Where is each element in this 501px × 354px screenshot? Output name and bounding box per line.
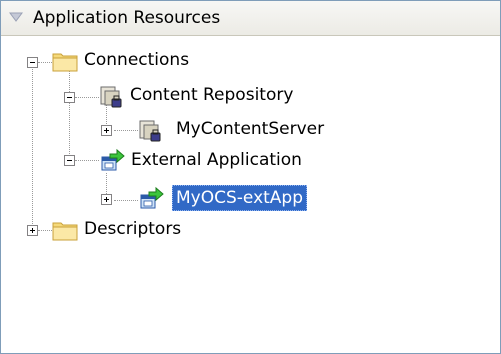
collapse-toggle[interactable] bbox=[27, 57, 38, 68]
tree-node-label: MyContentServer bbox=[176, 119, 325, 139]
tree-node-label: Content Repository bbox=[130, 85, 294, 105]
application-resources-panel: Application Resources Connections Conten… bbox=[0, 0, 501, 354]
panel-header[interactable]: Application Resources bbox=[1, 1, 500, 36]
expand-toggle[interactable] bbox=[101, 125, 112, 136]
tree-node-myocs-extapp[interactable]: MyOCS-extApp bbox=[1, 183, 361, 213]
panel-title: Application Resources bbox=[33, 8, 221, 28]
resource-tree: Connections Content Repository MyContent… bbox=[1, 35, 500, 353]
tree-node-label-selected: MyOCS-extApp bbox=[172, 185, 308, 211]
external-application-icon bbox=[140, 186, 164, 209]
triangle-down-icon[interactable] bbox=[9, 11, 23, 23]
folder-icon bbox=[52, 222, 78, 241]
external-application-icon bbox=[101, 148, 125, 171]
folder-icon bbox=[52, 53, 78, 72]
expand-toggle[interactable] bbox=[27, 225, 38, 236]
plus-icon bbox=[104, 197, 109, 202]
tree-node-label: Connections bbox=[84, 50, 190, 70]
tree-node-descriptors[interactable]: Descriptors bbox=[1, 217, 261, 247]
tree-node-external-application[interactable]: External Application bbox=[1, 147, 351, 177]
collapse-toggle[interactable] bbox=[64, 155, 75, 166]
collapse-toggle[interactable] bbox=[64, 92, 75, 103]
content-repository-icon bbox=[100, 86, 122, 108]
tree-node-label: External Application bbox=[131, 150, 302, 170]
minus-icon bbox=[30, 62, 35, 63]
plus-icon bbox=[30, 228, 35, 233]
tree-node-label: Descriptors bbox=[84, 219, 182, 239]
tree-node-content-repository[interactable]: Content Repository bbox=[1, 83, 341, 113]
plus-icon bbox=[104, 128, 109, 133]
tree-node-connections[interactable]: Connections bbox=[1, 47, 261, 77]
minus-icon bbox=[67, 97, 72, 98]
content-repository-icon bbox=[139, 120, 161, 142]
minus-icon bbox=[67, 160, 72, 161]
tree-node-mycontentserver[interactable]: MyContentServer bbox=[1, 117, 361, 147]
expand-toggle[interactable] bbox=[101, 194, 112, 205]
